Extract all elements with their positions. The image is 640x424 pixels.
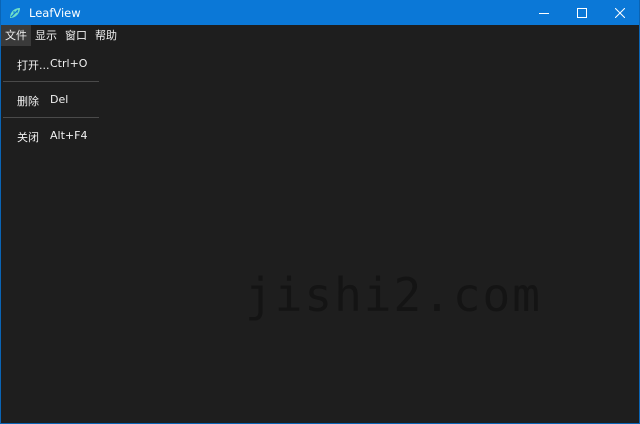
menu-item-delete[interactable]: 删除 Del <box>3 82 99 117</box>
menu-item-shortcut: Alt+F4 <box>50 129 88 142</box>
minimize-button[interactable] <box>525 0 563 25</box>
window-title: LeafView <box>29 5 81 20</box>
leaf-icon <box>7 5 23 21</box>
menu-file[interactable]: 文件 <box>1 25 31 46</box>
menu-view[interactable]: 显示 <box>31 25 61 46</box>
title-bar[interactable]: LeafView <box>1 0 639 25</box>
menu-item-label: 关闭 <box>17 131 39 144</box>
menu-item-shortcut: Ctrl+O <box>50 57 88 70</box>
menu-item-close[interactable]: 关闭 Alt+F4 <box>3 118 99 153</box>
maximize-button[interactable] <box>563 0 601 25</box>
menu-help[interactable]: 帮助 <box>91 25 121 46</box>
menu-item-label: 删除 <box>17 95 39 108</box>
file-menu-dropdown: 打开... Ctrl+O 删除 Del 关闭 Alt+F4 <box>3 46 99 153</box>
watermark-text: jishi2.com <box>245 268 542 322</box>
menu-item-open[interactable]: 打开... Ctrl+O <box>3 46 99 81</box>
menu-item-label: 打开... <box>17 59 50 72</box>
menu-window[interactable]: 窗口 <box>61 25 91 46</box>
minimize-icon <box>539 3 549 22</box>
close-button[interactable] <box>601 0 639 25</box>
menu-item-shortcut: Del <box>50 93 69 106</box>
menu-bar: 文件 显示 窗口 帮助 <box>1 25 639 46</box>
window-controls <box>525 0 639 25</box>
close-icon <box>614 3 626 22</box>
maximize-icon <box>577 3 587 22</box>
app-window: LeafView 文件 显示 窗口 帮助 打开... Ctrl+O 删除 Del… <box>0 0 640 424</box>
